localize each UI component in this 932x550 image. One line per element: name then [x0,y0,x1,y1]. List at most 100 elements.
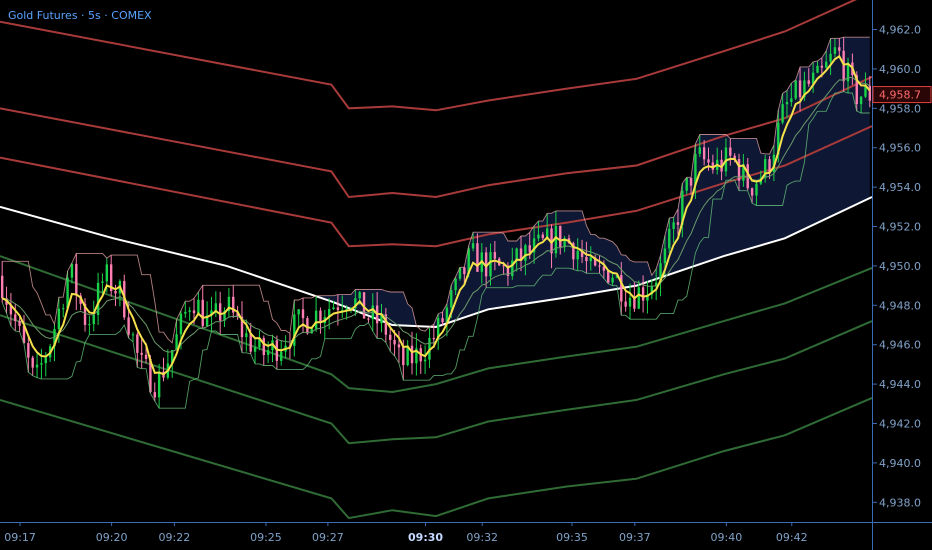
x-tick-label: 09:25 [250,531,282,544]
candle-body [794,80,797,99]
candle-body [0,275,4,299]
candle-body [397,344,401,348]
candle-body [524,245,527,261]
candle-body [197,299,200,314]
candle-body [637,287,640,309]
candle-body [598,265,601,267]
x-tick-label: 09:40 [711,531,743,544]
candle-body [262,338,265,356]
candle-body [184,311,187,314]
candle-body [105,264,109,282]
x-tick-label: 09:27 [312,531,344,544]
candle-body [441,318,444,323]
y-tick-label: 4,954.0 [879,181,921,194]
candle-body [214,303,218,311]
candle-body [611,277,614,283]
candle-body [389,334,392,340]
candle-body [14,314,17,321]
candle-body [266,350,270,356]
candle-body [253,347,257,352]
candle-body [859,96,863,105]
candle-body [393,339,396,345]
candle-body [423,359,427,362]
candle-body [537,234,540,239]
candle-body [628,297,632,307]
candle-body [807,80,810,84]
y-tick-label: 4,946.0 [879,339,921,352]
candle-body [40,363,43,365]
y-tick-label: 4,948.0 [879,299,921,312]
candle-body [454,278,457,291]
candle-body [432,337,436,340]
candle-body [140,352,143,355]
candle-body [218,303,222,321]
candle-body [463,267,466,275]
candle-body [585,256,588,262]
candle-body [576,250,579,260]
candle-body [785,101,789,105]
x-tick-label: 09:30 [408,531,443,544]
candle-body [280,351,283,361]
candle-body [62,308,65,310]
y-tick-label: 4,942.0 [879,418,921,431]
x-tick-label: 09:17 [4,531,36,544]
candle-body [816,65,819,73]
candle-body [668,228,671,249]
candle-body [838,47,841,51]
candle-body [179,313,183,335]
candle-body [685,177,688,191]
candle-body [641,287,645,301]
candle-body [297,309,300,315]
candle-body [624,301,627,307]
y-tick-label: 4,938.0 [879,496,921,509]
candle-body [114,291,117,294]
candle-body [402,347,405,366]
candle-body [192,310,196,314]
candle-body [332,307,335,309]
candle-body [798,80,802,98]
candle-body [127,317,130,335]
candle-body [790,98,793,102]
x-tick-label: 09:42 [776,531,808,544]
candle-body [829,53,832,62]
candle-body [70,263,74,278]
candle-body [92,314,95,325]
candle-body [698,147,701,154]
candle-body [707,159,710,163]
candle-body [201,299,204,327]
candle-body [249,333,252,352]
candle-body [559,225,562,248]
candle-body [35,364,39,368]
candle-body [27,343,30,358]
candle-body [18,320,21,326]
candle-body [136,334,139,353]
candle-body [471,243,475,249]
candle-body [755,183,758,196]
candle-body [57,308,61,329]
x-tick-label: 09:22 [159,531,191,544]
x-tick-label: 09:32 [466,531,498,544]
y-tick-label: 4,940.0 [879,457,921,470]
x-tick-label: 09:20 [96,531,128,544]
candle-body [336,307,340,311]
chart-title: Gold Futures · 5s · COMEX [8,9,152,22]
candle-body [729,147,732,156]
candle-body [175,334,178,350]
y-tick-label: 4,962.0 [879,24,921,37]
candle-body [314,310,318,329]
y-tick-label: 4,944.0 [879,378,921,391]
x-tick-label: 09:37 [619,531,651,544]
candle-body [702,147,706,160]
candle-body [493,252,497,259]
y-tick-label: 4,958.0 [879,102,921,115]
candle-body [589,257,592,262]
candle-body [144,354,148,359]
candle-body [833,47,837,54]
candle-body [528,245,531,253]
candle-body [676,222,680,225]
candle-body [489,252,492,277]
candle-body [44,357,47,364]
candle-body [820,65,824,68]
candle-body [410,345,414,364]
candle-body [842,50,845,82]
